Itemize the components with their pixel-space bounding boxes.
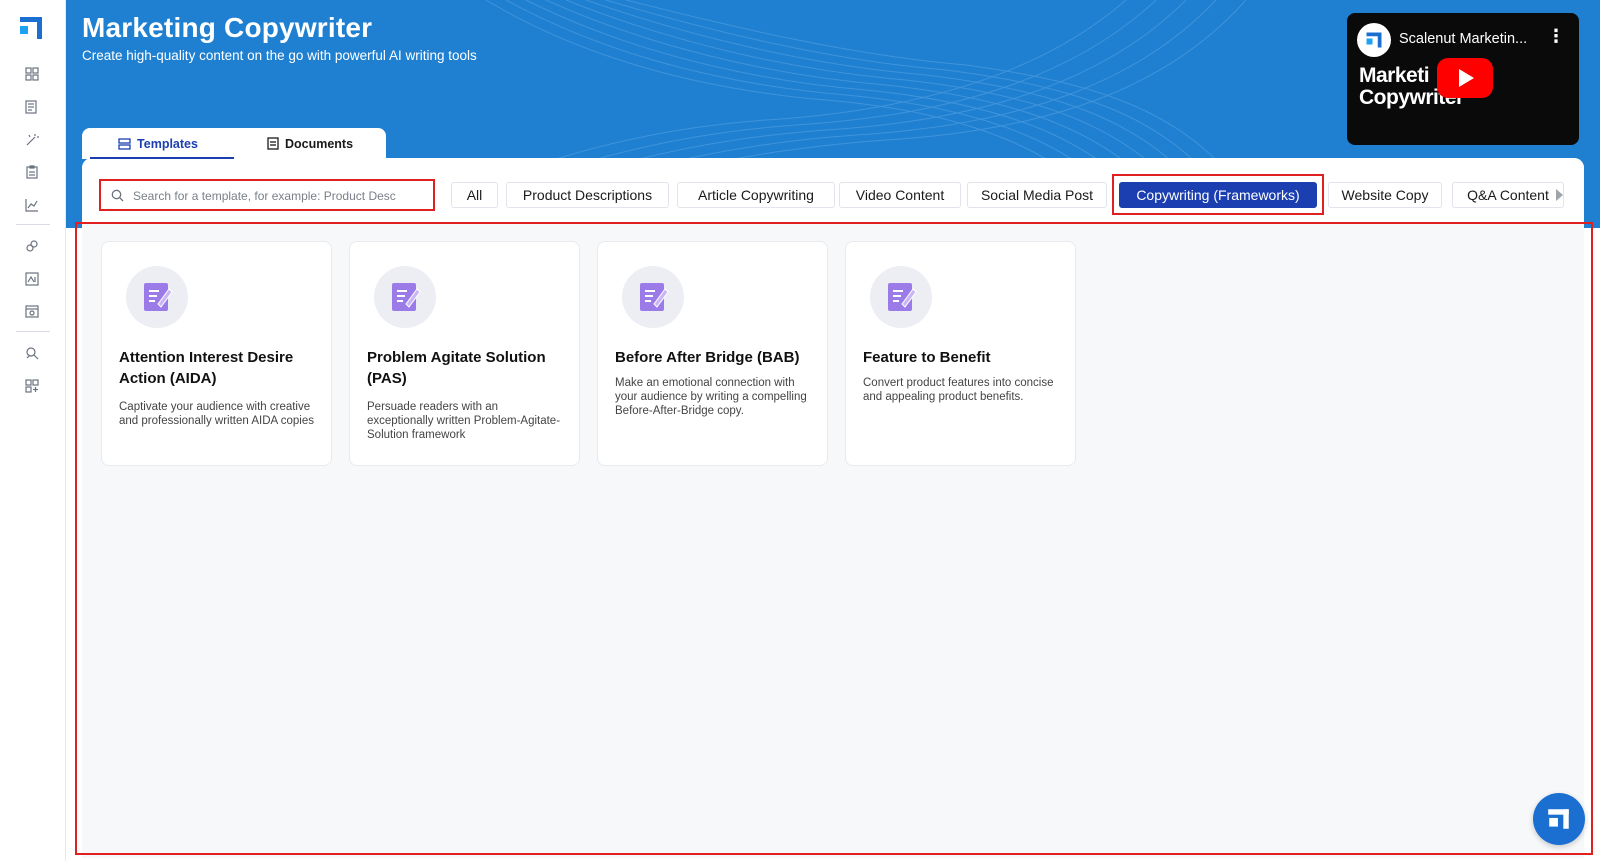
youtube-play-icon[interactable] <box>1437 58 1493 98</box>
card-description: Make an emotional connection with your a… <box>615 377 807 417</box>
copywriting-template-icon <box>374 266 436 328</box>
category-article-copywriting[interactable]: Article Copywriting <box>677 182 835 208</box>
card-title: Before After Bridge (BAB) <box>615 349 800 366</box>
page-subtitle: Create high-quality content on the go wi… <box>82 48 477 63</box>
tab-templates[interactable]: Templates <box>82 128 234 159</box>
sidebar-divider <box>16 224 50 225</box>
scalenut-logo-icon <box>1357 23 1391 57</box>
document-edit-icon[interactable] <box>22 97 42 117</box>
category-product-descriptions[interactable]: Product Descriptions <box>506 182 669 208</box>
more-options-icon[interactable]: ⋮ <box>1547 27 1565 45</box>
card-title: Feature to Benefit <box>863 349 991 366</box>
ai-image-icon[interactable] <box>22 269 42 289</box>
copywriting-template-icon <box>870 266 932 328</box>
template-card-feature-to-benefit[interactable]: Feature to Benefit Convert product featu… <box>845 241 1076 466</box>
active-category-highlight <box>1112 174 1324 215</box>
sidebar <box>0 0 66 861</box>
copywriting-template-icon <box>126 266 188 328</box>
card-title: Attention Interest Desire Action (AIDA) <box>119 349 294 387</box>
scalenut-logo-icon[interactable] <box>20 17 44 41</box>
template-card-aida[interactable]: Attention Interest Desire Action (AIDA) … <box>101 241 332 466</box>
page-title: Marketing Copywriter <box>82 12 373 43</box>
template-search <box>99 179 435 211</box>
card-title: Problem Agitate Solution (PAS) <box>367 349 546 387</box>
category-all[interactable]: All <box>451 182 498 208</box>
card-description: Persuade readers with an exceptionally w… <box>367 401 561 441</box>
copywriting-template-icon <box>622 266 684 328</box>
template-card-bab[interactable]: Before After Bridge (BAB) Make an emotio… <box>597 241 828 466</box>
search-input[interactable] <box>133 185 429 207</box>
ai-search-icon[interactable] <box>22 343 42 363</box>
apps-grid-icon[interactable] <box>22 376 42 396</box>
category-website-copy[interactable]: Website Copy <box>1328 182 1442 208</box>
search-icon <box>111 189 124 207</box>
scalenut-logo-icon <box>1548 809 1569 829</box>
category-qa-content[interactable]: Q&A Content <box>1452 182 1564 208</box>
templates-icon <box>118 137 131 150</box>
tab-templates-label: Templates <box>137 136 198 151</box>
category-social-media-post[interactable]: Social Media Post <box>967 182 1107 208</box>
card-description: Captivate your audience with creative an… <box>119 401 314 427</box>
magic-wand-icon[interactable] <box>22 130 42 150</box>
tab-documents[interactable]: Documents <box>234 128 386 159</box>
tab-documents-label: Documents <box>284 136 354 151</box>
help-chat-button[interactable] <box>1533 793 1585 845</box>
dashboard-icon[interactable] <box>22 64 42 84</box>
analytics-chart-icon[interactable] <box>22 195 42 215</box>
template-card-pas[interactable]: Problem Agitate Solution (PAS) Persuade … <box>349 241 580 466</box>
youtube-video-embed[interactable]: Scalenut Marketin... ⋮ Marketi Copywrite… <box>1347 13 1579 145</box>
card-description: Convert product features into concise an… <box>863 377 1054 403</box>
category-video-content[interactable]: Video Content <box>839 182 961 208</box>
tab-bar: Templates Documents <box>82 128 386 159</box>
scroll-right-icon[interactable] <box>1552 186 1566 204</box>
link-icon[interactable] <box>22 236 42 256</box>
clipboard-icon[interactable] <box>22 162 42 182</box>
sidebar-divider <box>16 331 50 332</box>
video-title[interactable]: Scalenut Marketin... <box>1399 31 1527 47</box>
calendar-settings-icon[interactable] <box>22 301 42 321</box>
documents-icon <box>267 137 279 150</box>
